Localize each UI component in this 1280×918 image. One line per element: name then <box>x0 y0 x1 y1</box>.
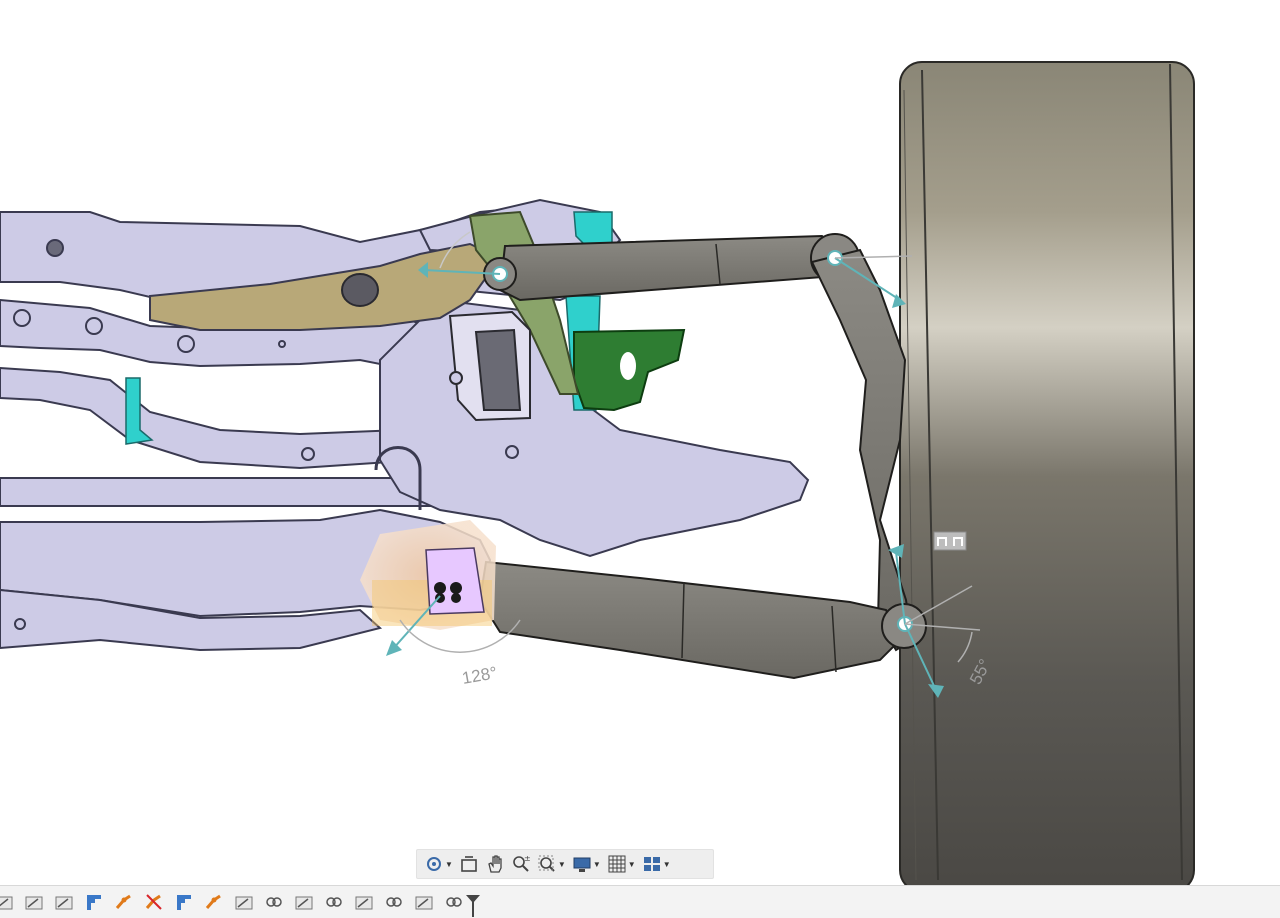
lower-mount[interactable] <box>360 520 496 630</box>
timeline-feature-sketch[interactable] <box>294 892 314 912</box>
timeline-feature-joint[interactable] <box>174 892 194 912</box>
fit-icon <box>538 855 555 872</box>
timeline-feature-sketch[interactable] <box>0 892 14 912</box>
joint-orange-icon <box>205 894 221 909</box>
knuckle-upright[interactable] <box>810 248 914 652</box>
chevron-down-icon: ▼ <box>627 859 636 869</box>
timeline-feature-joint-link[interactable] <box>324 892 344 912</box>
joint-link-icon <box>266 897 282 907</box>
timeline-feature-sketch[interactable] <box>234 892 254 912</box>
sketch-icon <box>295 896 313 910</box>
tire[interactable] <box>899 61 1195 885</box>
timeline-feature-sketch[interactable] <box>354 892 374 912</box>
timeline-feature-joint-link[interactable] <box>384 892 404 912</box>
chevron-down-icon: ▼ <box>557 859 566 869</box>
display-settings-button[interactable]: ▼ <box>569 851 604 877</box>
pan-button[interactable] <box>482 851 508 877</box>
chevron-down-icon: ▼ <box>592 859 601 869</box>
joint-link-icon <box>386 897 402 907</box>
timeline-feature-joint-red[interactable] <box>144 892 164 912</box>
sketch-icon <box>0 896 13 910</box>
grid-icon <box>608 855 626 873</box>
lower-control-arm[interactable] <box>478 560 927 680</box>
timeline-feature-joint-link[interactable] <box>264 892 284 912</box>
timeline-feature-joint-orange[interactable] <box>114 892 134 912</box>
chevron-down-icon: ▼ <box>662 859 671 869</box>
navigation-toolbar: ▼ ± ▼ ▼ ▼ ▼ <box>416 849 714 879</box>
joint-link-icon <box>326 897 342 907</box>
timeline-items <box>0 892 474 912</box>
chevron-down-icon: ▼ <box>445 859 453 869</box>
timeline-feature-joint-orange[interactable] <box>204 892 224 912</box>
svg-text:±: ± <box>524 854 531 863</box>
timeline-bar <box>0 885 1280 918</box>
joint-icon <box>177 895 191 910</box>
timeline-feature-joint-link[interactable] <box>444 892 464 912</box>
joint-red-icon <box>145 894 162 910</box>
joint-link-icon <box>446 897 462 907</box>
sketch-icon <box>415 896 433 910</box>
joint-icon <box>87 895 101 910</box>
orbit-button[interactable]: ▼ <box>421 851 456 877</box>
viewports-icon <box>643 857 660 871</box>
sketch-icon <box>55 896 73 910</box>
timeline-feature-sketch[interactable] <box>54 892 74 912</box>
orbit-icon <box>427 857 441 871</box>
display-settings-icon <box>573 857 591 872</box>
sketch-icon <box>355 896 373 910</box>
green-bracket[interactable] <box>573 328 686 412</box>
3d-viewport[interactable]: 128° 55° <box>0 0 1280 885</box>
joint-origin-icon[interactable] <box>933 531 967 551</box>
timeline-feature-sketch[interactable] <box>414 892 434 912</box>
upper-control-arm[interactable] <box>483 233 860 302</box>
fit-button[interactable]: ▼ <box>534 851 569 877</box>
timeline-feature-sketch[interactable] <box>24 892 44 912</box>
zoom-button[interactable]: ± <box>508 851 534 877</box>
sketch-icon <box>235 896 253 910</box>
sketch-icon <box>25 896 43 910</box>
grid-button[interactable]: ▼ <box>604 851 639 877</box>
joint-orange-icon <box>115 894 131 909</box>
timeline-feature-joint[interactable] <box>84 892 104 912</box>
look-at-icon <box>461 856 477 872</box>
suspension-model[interactable] <box>0 0 1280 885</box>
timeline-marker-icon[interactable] <box>466 895 480 917</box>
viewports-button[interactable]: ▼ <box>639 851 674 877</box>
pan-icon <box>488 855 502 873</box>
look-at-button[interactable] <box>456 851 482 877</box>
shock-mount[interactable] <box>448 310 531 422</box>
zoom-icon: ± <box>513 854 531 872</box>
